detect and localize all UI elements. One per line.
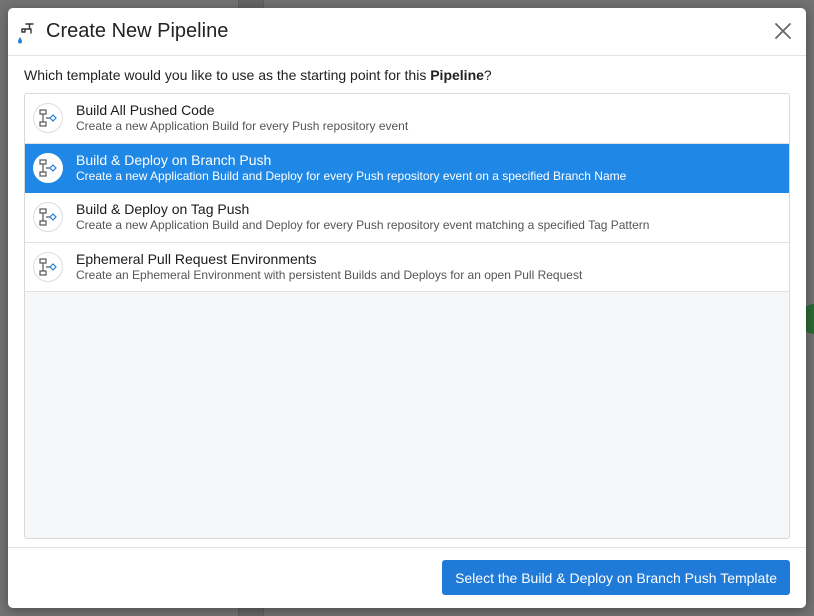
create-pipeline-dialog: Create New Pipeline Which template would… [8,8,806,608]
pipeline-flow-icon [33,152,63,183]
template-title: Build & Deploy on Branch Push [76,151,272,168]
dialog-footer: Select the Build & Deploy on Branch Push… [8,547,806,608]
template-description: Create a new Application Build for every… [76,119,409,134]
select-template-button[interactable]: Select the Build & Deploy on Branch Push… [442,560,790,595]
template-option-branch-push[interactable]: Build & Deploy on Branch Push Create a n… [25,143,789,193]
dialog-title: Create New Pipeline [46,20,229,42]
template-option-tag-push[interactable]: Build & Deploy on Tag Push Create a new … [25,193,789,243]
prompt-text: Which template would you like to use as … [24,67,431,83]
template-title: Build & Deploy on Tag Push [76,201,250,218]
template-option-ephemeral-pr[interactable]: Ephemeral Pull Request Environments Crea… [25,242,789,292]
pipeline-faucet-icon [18,22,34,43]
template-description: Create an Ephemeral Environment with per… [76,267,583,282]
template-title: Ephemeral Pull Request Environments [76,250,317,267]
pipeline-flow-icon [33,251,63,282]
dialog-header: Create New Pipeline [8,8,806,56]
pipeline-flow-icon [33,202,63,233]
template-description: Create a new Application Build and Deplo… [76,218,650,233]
template-title: Build All Pushed Code [76,102,215,119]
template-prompt: Which template would you like to use as … [24,67,492,83]
template-option-build-all[interactable]: Build All Pushed Code Create a new Appli… [25,94,789,144]
pipeline-flow-icon [33,103,63,134]
prompt-emphasis: Pipeline [430,67,484,83]
template-description: Create a new Application Build and Deplo… [76,168,627,183]
close-icon[interactable] [772,20,794,42]
prompt-suffix: ? [483,67,492,83]
template-list: Build All Pushed Code Create a new Appli… [24,93,790,539]
